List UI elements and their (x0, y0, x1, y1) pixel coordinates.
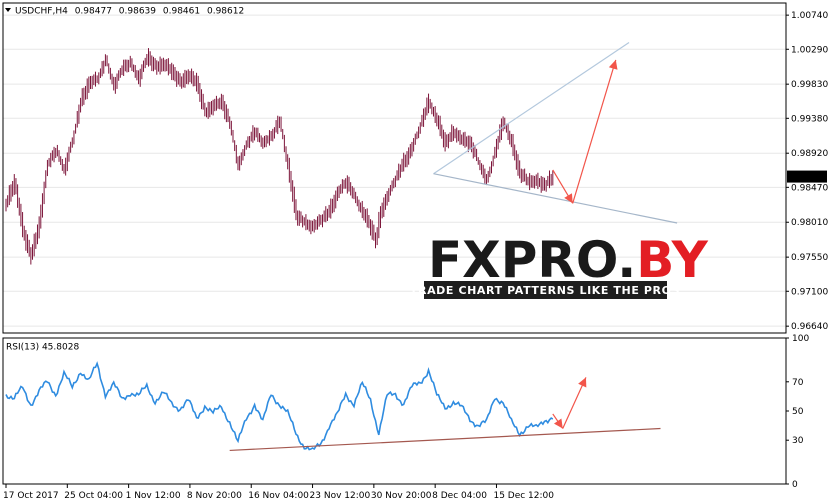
fxpro-watermark: FXPRO.BY TRADE CHART PATTERNS LIKE THE P… (410, 231, 709, 299)
chart-canvas: FXPRO.BY TRADE CHART PATTERNS LIKE THE P… (2, 2, 828, 501)
price-tick-label: 1.00740 (791, 11, 828, 21)
price-arrow-up-head (608, 59, 618, 70)
rsi-tick-label: 0 (792, 480, 798, 490)
rsi-title: RSI(13) 45.8028 (6, 343, 79, 353)
price-tick-label: 0.98920 (791, 149, 828, 159)
trend-annotations (433, 41, 678, 224)
time-tick-label: 17 Oct 2017 (3, 491, 59, 501)
svg-text:USDCHF,H4 0.98477: USDCHF,H4 0.98477 0.98639 0.98461 0.9861… (15, 7, 244, 17)
price-arrow-down-head (564, 193, 573, 204)
rsi-support-line (229, 427, 661, 452)
price-arrow-up (572, 59, 617, 204)
current-price-label: 0.98612 (790, 173, 827, 183)
time-tick-label: 8 Dec 04:00 (432, 491, 487, 501)
time-tick-label: 16 Nov 04:00 (248, 491, 309, 501)
time-tick-label: 15 Dec 12:00 (493, 491, 554, 501)
price-tick-label: 0.97100 (791, 287, 828, 297)
price-tick-label: 0.98010 (791, 218, 828, 228)
time-tick-label: 1 Nov 12:00 (126, 491, 181, 501)
header-high: 0.98639 (119, 7, 156, 17)
price-tick-label: 0.98470 (791, 183, 828, 193)
current-price-badge: 0.98612 (787, 170, 827, 183)
rsi-series (5, 361, 554, 451)
lower-trend-line (433, 173, 678, 224)
header-close: 0.98612 (207, 7, 244, 17)
watermark-part2: BY (636, 231, 708, 289)
rsi-arrow-down-head (553, 418, 563, 429)
time-tick-label: 30 Nov 20:00 (371, 491, 432, 501)
chart-header: USDCHF,H4 0.98477 0.98639 0.98461 0.9861… (5, 7, 244, 17)
time-tick-label: 8 Nov 20:00 (187, 491, 242, 501)
rsi-axis: 100 70 50 30 0 (786, 334, 809, 490)
rsi-panel-frame (2, 337, 787, 485)
watermark-part1: FXPRO. (428, 231, 636, 289)
upper-trend-line (433, 41, 630, 175)
rsi-tick-label: 70 (792, 378, 804, 388)
rsi-tick-label: 50 (792, 407, 804, 417)
rsi-tick-label: 30 (792, 436, 804, 446)
time-tick-label: 25 Oct 04:00 (64, 491, 123, 501)
time-axis: 17 Oct 2017 25 Oct 04:00 1 Nov 12:00 8 Nov … (3, 484, 554, 501)
price-tick-label: 1.00290 (791, 45, 828, 55)
price-tick-label: 0.96640 (791, 322, 828, 332)
header-symbol: USDCHF,H4 (15, 7, 68, 17)
rsi-annotations (229, 377, 661, 452)
price-tick-label: 0.97550 (791, 253, 828, 263)
header-open: 0.98477 (75, 7, 112, 17)
watermark-tagline: TRADE CHART PATTERNS LIKE THE PROS (410, 284, 680, 297)
rsi-tick-label: 100 (792, 334, 809, 344)
price-tick-label: 0.99380 (791, 114, 828, 124)
watermark-logo: FXPRO.BY (428, 231, 709, 289)
collapse-triangle-icon[interactable] (5, 8, 11, 12)
header-low: 0.98461 (163, 7, 200, 17)
time-tick-label: 23 Nov 12:00 (310, 491, 371, 501)
price-tick-label: 0.99830 (791, 80, 828, 90)
rsi-line (5, 361, 554, 451)
